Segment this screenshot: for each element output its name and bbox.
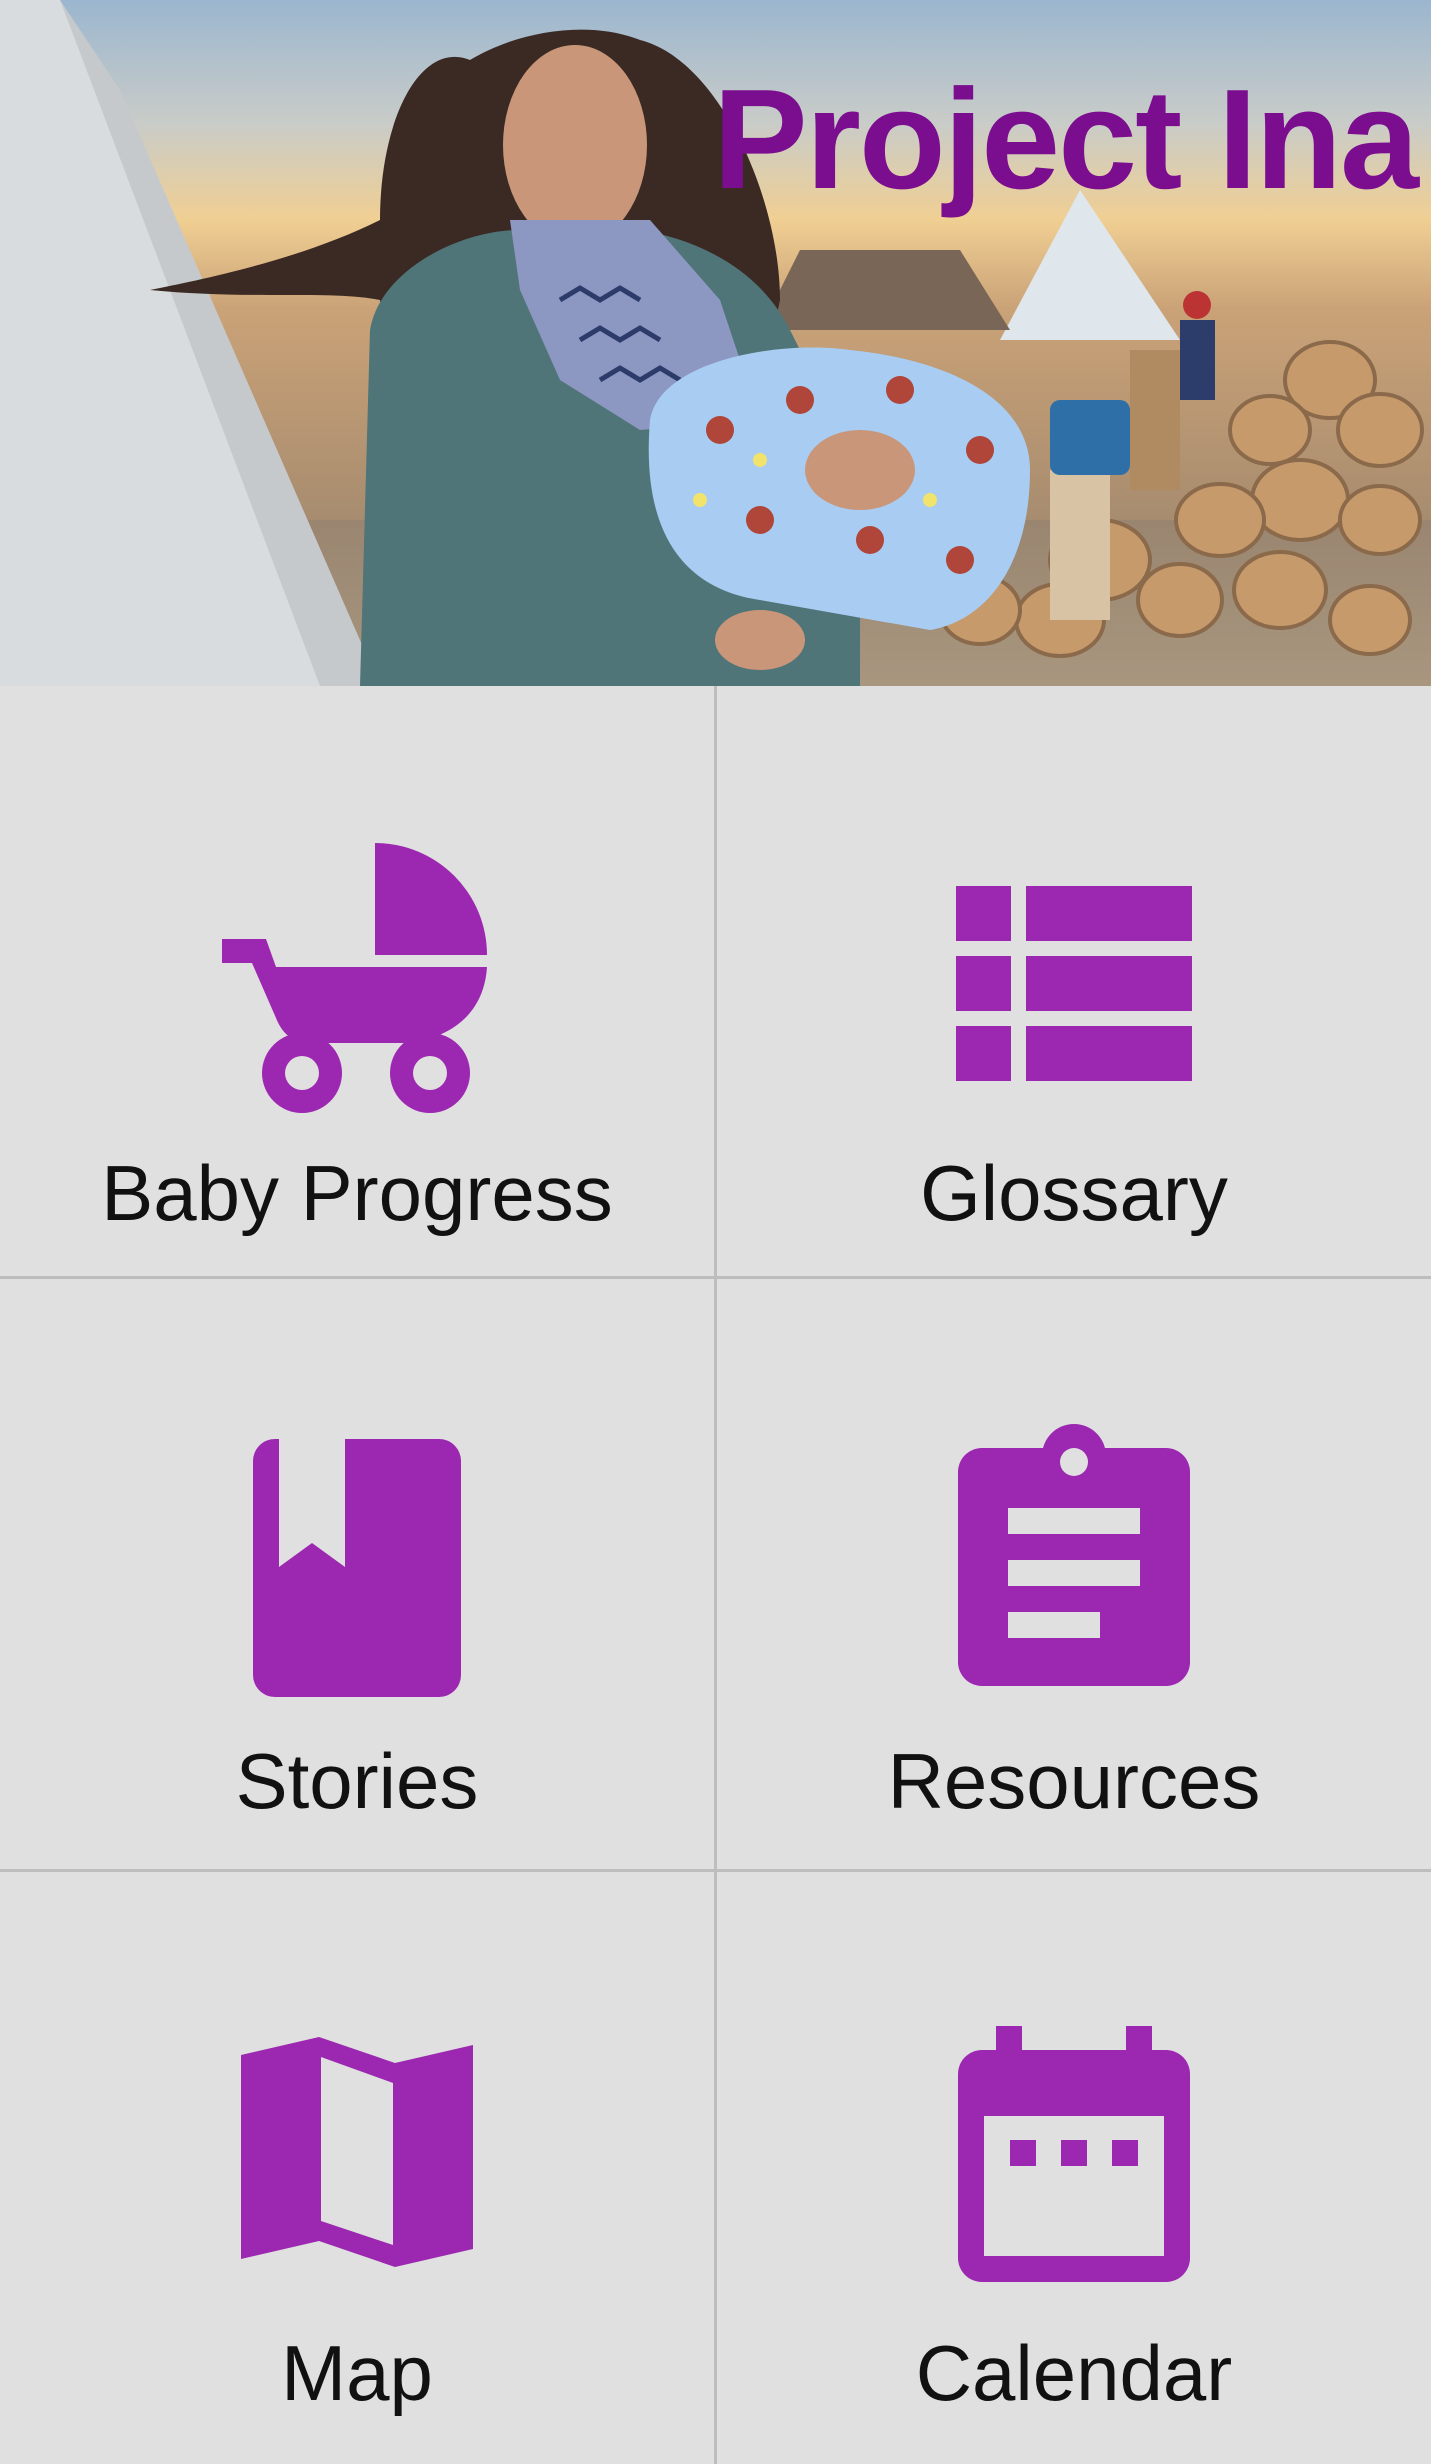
book-icon: [253, 1439, 461, 1697]
glossary-tile[interactable]: Glossary: [717, 686, 1431, 1276]
baby-progress-tile[interactable]: Baby Progress: [0, 686, 714, 1276]
app-title: Project Ina: [712, 60, 1419, 219]
map-icon: [241, 2037, 473, 2267]
stories-tile[interactable]: Stories: [0, 1279, 714, 1869]
menu-grid: Baby Progress Glossary Stories Resources…: [0, 686, 1431, 2464]
baby-progress-label: Baby Progress: [101, 1149, 613, 1237]
calendar-label: Calendar: [915, 2329, 1233, 2417]
calendar-tile[interactable]: Calendar: [717, 1872, 1431, 2464]
map-tile[interactable]: Map: [0, 1872, 714, 2464]
home-screen: Project Ina Baby Progress Glossary Stori…: [0, 0, 1431, 2464]
resources-label: Resources: [887, 1737, 1261, 1825]
hero-banner: Project Ina: [0, 0, 1431, 686]
stroller-icon: [222, 843, 487, 1113]
resources-tile[interactable]: Resources: [717, 1279, 1431, 1869]
stories-label: Stories: [235, 1737, 479, 1825]
list-icon: [956, 886, 1192, 1081]
glossary-label: Glossary: [920, 1149, 1228, 1237]
clipboard-icon: [958, 1424, 1190, 1686]
calendar-icon: [958, 2026, 1190, 2282]
map-label: Map: [281, 2329, 433, 2417]
